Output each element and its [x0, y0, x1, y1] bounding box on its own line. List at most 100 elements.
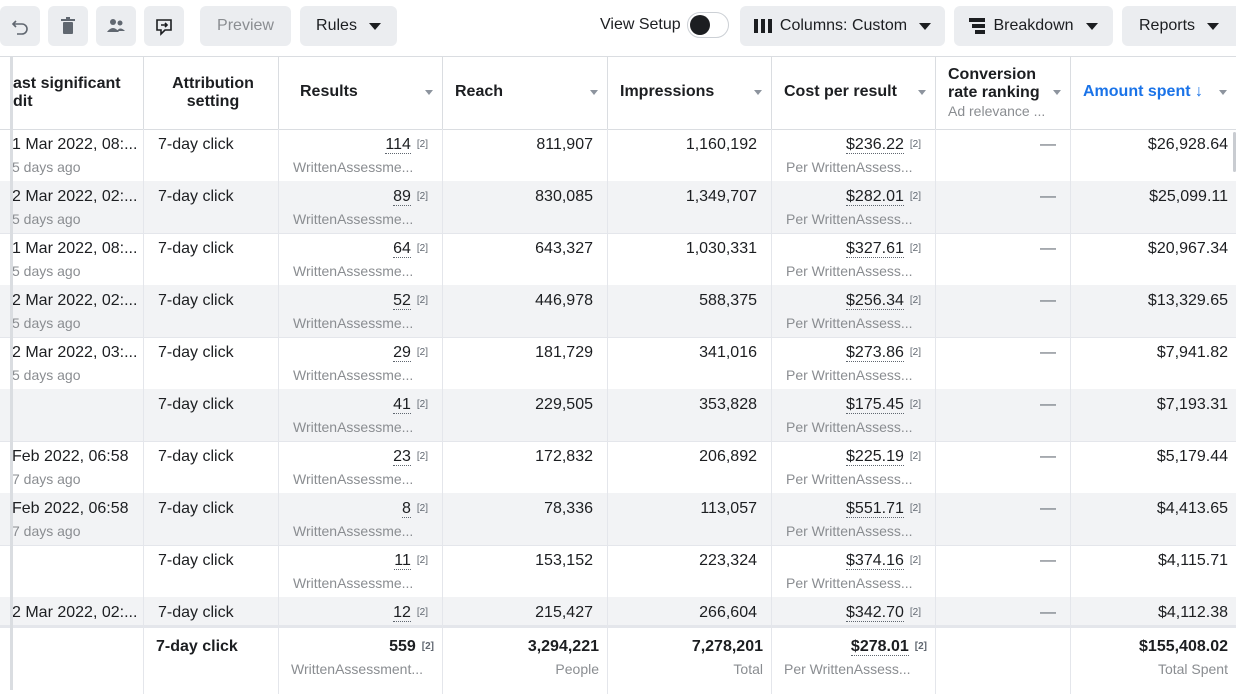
cell-attribution: 7-day click	[144, 493, 279, 545]
cost-per-result-value[interactable]: $282.01	[846, 188, 904, 206]
cell-last-edit: 2 Mar 2022, 02:... 5 days ago	[0, 285, 144, 337]
total-attribution: 7-day click	[144, 628, 279, 694]
cost-per-result-value[interactable]: $175.45	[846, 396, 904, 414]
cell-results: 8 [2] WrittenAssessme...	[279, 493, 443, 545]
cell-last-edit: 1 Mar 2022, 08:... 5 days ago	[0, 129, 144, 181]
footnote-badge: [2]	[416, 139, 428, 150]
footnote-badge: [2]	[909, 555, 921, 566]
total-sublabel: WrittenAssessment...	[291, 661, 424, 677]
impressions-value: 588,375	[699, 292, 757, 309]
breakdown-icon	[969, 18, 986, 34]
audience-button[interactable]	[96, 6, 136, 46]
reach-value: 153,152	[535, 552, 593, 569]
results-value[interactable]: 114	[385, 136, 411, 154]
reach-value: 181,729	[535, 344, 593, 361]
table-row[interactable]: 2 Mar 2022, 03:... 5 days ago 7-day clic…	[0, 337, 1236, 390]
header-label: Results	[300, 83, 358, 100]
cell-reach: 811,907	[443, 129, 608, 181]
table-row[interactable]: 7-day click 11 [2] WrittenAssessme... 153…	[0, 545, 1236, 598]
results-value[interactable]: 89	[393, 188, 411, 206]
edit-date: 2 Mar 2022, 02:...	[12, 188, 138, 205]
results-value[interactable]: 23	[393, 448, 411, 466]
footnote-badge: [2]	[416, 399, 428, 410]
col-reach[interactable]: Reach	[443, 57, 608, 129]
header-sublabel: Ad relevance ...	[948, 103, 1046, 119]
cost-per-result-value[interactable]: $551.71	[846, 500, 904, 518]
total-ranking	[936, 628, 1071, 694]
cost-per-result-value[interactable]: $236.22	[846, 136, 904, 154]
ranking-value: —	[1040, 136, 1056, 153]
results-value[interactable]: 29	[393, 344, 411, 362]
col-cost-per-result[interactable]: Cost per result	[772, 57, 936, 129]
toggle-knob	[690, 15, 710, 35]
preview-button[interactable]: Preview	[200, 6, 291, 46]
header-label: Impressions	[620, 83, 715, 100]
sort-caret-icon	[1219, 90, 1227, 95]
columns-label: Columns: Custom	[779, 17, 908, 34]
results-type: WrittenAssessme...	[293, 523, 414, 539]
results-value[interactable]: 52	[393, 292, 411, 310]
table-row[interactable]: 2 Mar 2022, 02:... 5 days ago 7-day clic…	[0, 181, 1236, 234]
breakdown-button[interactable]: Breakdown	[954, 6, 1113, 46]
cell-results: 41 [2] WrittenAssessme...	[279, 389, 443, 441]
results-value[interactable]: 11	[394, 552, 411, 570]
col-impressions[interactable]: Impressions	[608, 57, 772, 129]
reports-button[interactable]: Reports	[1122, 6, 1236, 46]
col-conversion-ranking[interactable]: Conversion rate ranking Ad relevance ...	[936, 57, 1071, 129]
sort-caret-icon	[918, 90, 926, 95]
rules-button[interactable]: Rules	[300, 6, 397, 46]
total-sublabel: Per WrittenAssess...	[784, 661, 911, 677]
sort-caret-icon	[754, 90, 762, 95]
undo-button[interactable]	[0, 6, 40, 46]
sort-caret-icon	[590, 90, 598, 95]
table-row[interactable]: Feb 2022, 06:58 7 days ago 7-day click 8…	[0, 493, 1236, 546]
footnote-badge: [2]	[909, 295, 921, 306]
col-results[interactable]: Results	[279, 57, 443, 129]
cost-per-result-value[interactable]: $327.61	[846, 240, 904, 258]
results-value[interactable]: 64	[393, 240, 411, 258]
cell-reach: 830,085	[443, 181, 608, 233]
cost-per-result-value[interactable]: $342.70	[846, 604, 904, 622]
results-value[interactable]: 41	[393, 396, 411, 414]
header-label: setting	[186, 93, 240, 110]
table-row[interactable]: Feb 2022, 06:58 7 days ago 7-day click 2…	[0, 441, 1236, 494]
toolbar: Preview Rules View Setup Columns: Custom…	[0, 0, 1236, 56]
view-setup-toggle[interactable]	[687, 12, 729, 38]
table-row[interactable]: 2 Mar 2022, 02:... 5 days ago 7-day clic…	[0, 285, 1236, 338]
cell-impressions: 588,375	[608, 285, 772, 337]
cost-per-result-value[interactable]: $225.19	[846, 448, 904, 466]
amount-spent-value: $26,928.64	[1147, 136, 1228, 153]
cost-per-result-value[interactable]: $256.34	[846, 292, 904, 310]
reach-value: 229,505	[535, 396, 593, 413]
cell-cost-per-result: $236.22 [2] Per WrittenAssess...	[772, 129, 936, 181]
total-value: 559	[389, 638, 416, 655]
edit-age: 5 days ago	[12, 367, 81, 383]
impressions-value: 266,604	[699, 604, 757, 621]
results-value[interactable]: 12	[393, 604, 411, 622]
reach-value: 446,978	[535, 292, 593, 309]
cell-impressions: 353,828	[608, 389, 772, 441]
cell-attribution: 7-day click	[144, 285, 279, 337]
preview-label: Preview	[217, 17, 274, 34]
delete-button[interactable]	[48, 6, 88, 46]
total-value: 3,294,221	[527, 638, 599, 655]
total-sublabel: Total	[733, 661, 763, 677]
total-impressions: 7,278,201 Total	[608, 628, 772, 694]
cost-per-result-value[interactable]: $374.16	[846, 552, 904, 570]
col-last-edit[interactable]: ast significant dit	[0, 57, 144, 129]
cell-results: 29 [2] WrittenAssessme...	[279, 337, 443, 389]
table-row[interactable]: 1 Mar 2022, 08:... 5 days ago 7-day clic…	[0, 129, 1236, 182]
columns-button[interactable]: Columns: Custom	[740, 6, 945, 46]
table-row[interactable]: 7-day click 41 [2] WrittenAssessme... 229…	[0, 389, 1236, 442]
table-row[interactable]: 1 Mar 2022, 08:... 5 days ago 7-day clic…	[0, 233, 1236, 286]
cell-results: 52 [2] WrittenAssessme...	[279, 285, 443, 337]
footnote-badge: [2]	[909, 347, 921, 358]
col-amount-spent[interactable]: Amount spent ↓	[1071, 57, 1236, 129]
footnote-badge: [2]	[909, 191, 921, 202]
cell-impressions: 1,349,707	[608, 181, 772, 233]
col-attribution[interactable]: Attribution setting	[144, 57, 279, 129]
results-value[interactable]: 8	[401, 500, 411, 518]
publish-button[interactable]	[144, 6, 184, 46]
cost-per-result-value[interactable]: $273.86	[846, 344, 904, 362]
footnote-badge: [2]	[416, 191, 428, 202]
